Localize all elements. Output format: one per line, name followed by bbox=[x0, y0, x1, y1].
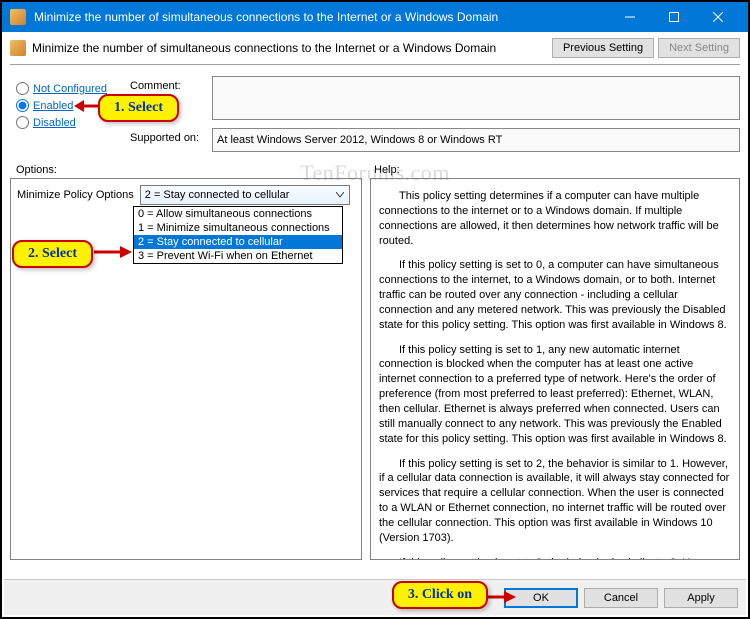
apply-button[interactable]: Apply bbox=[664, 588, 738, 608]
minimize-policy-label: Minimize Policy Options bbox=[17, 189, 134, 201]
supported-on-value: At least Windows Server 2012, Windows 8 … bbox=[212, 128, 740, 152]
disabled-radio[interactable] bbox=[16, 116, 29, 129]
dropdown-item-2[interactable]: 2 = Stay connected to cellular bbox=[134, 235, 342, 249]
minimize-button[interactable] bbox=[608, 2, 652, 32]
annotation-2: 2. Select bbox=[12, 240, 93, 268]
panels-row: Minimize Policy Options 2 = Stay connect… bbox=[10, 178, 740, 560]
help-paragraph: If this policy setting is set to 1, any … bbox=[379, 343, 731, 447]
policy-icon bbox=[10, 40, 26, 56]
policy-title: Minimize the number of simultaneous conn… bbox=[32, 41, 548, 55]
window-titlebar: Minimize the number of simultaneous conn… bbox=[2, 2, 748, 32]
cancel-button[interactable]: Cancel bbox=[584, 588, 658, 608]
policy-header: Minimize the number of simultaneous conn… bbox=[10, 38, 740, 58]
not-configured-radio[interactable] bbox=[16, 82, 29, 95]
chevron-down-icon bbox=[333, 188, 347, 202]
dropdown-item-0[interactable]: 0 = Allow simultaneous connections bbox=[134, 207, 342, 221]
minimize-policy-select[interactable]: 2 = Stay connected to cellular bbox=[140, 185, 350, 205]
next-setting-button: Next Setting bbox=[658, 38, 740, 58]
divider bbox=[10, 65, 740, 66]
dropdown-item-1[interactable]: 1 = Minimize simultaneous connections bbox=[134, 221, 342, 235]
disabled-label[interactable]: Disabled bbox=[33, 117, 76, 129]
window-controls bbox=[608, 2, 740, 32]
supported-on-label: Supported on: bbox=[130, 128, 208, 154]
help-paragraph: This policy setting determines if a comp… bbox=[379, 189, 731, 248]
previous-setting-button[interactable]: Previous Setting bbox=[552, 38, 654, 58]
help-paragraph: If this policy setting is set to 2, the … bbox=[379, 457, 731, 546]
close-button[interactable] bbox=[696, 2, 740, 32]
annotation-arrow-icon bbox=[92, 244, 132, 260]
maximize-button[interactable] bbox=[652, 2, 696, 32]
options-panel: Minimize Policy Options 2 = Stay connect… bbox=[10, 178, 362, 560]
annotation-1: 1. Select bbox=[98, 94, 179, 122]
dialog-button-bar: OK Cancel Apply bbox=[4, 579, 746, 615]
help-label: Help: bbox=[362, 164, 740, 176]
enabled-radio[interactable] bbox=[16, 99, 29, 112]
help-paragraph: If this policy setting is set to 3, the … bbox=[379, 556, 731, 560]
minimize-policy-dropdown[interactable]: 0 = Allow simultaneous connections 1 = M… bbox=[133, 206, 343, 264]
fields-col: Comment: Supported on: At least Windows … bbox=[130, 72, 740, 154]
help-panel: This policy setting determines if a comp… bbox=[370, 178, 740, 560]
comment-input[interactable] bbox=[212, 76, 740, 120]
not-configured-label[interactable]: Not Configured bbox=[33, 83, 107, 95]
annotation-3: 3. Click on bbox=[392, 581, 488, 609]
minimize-policy-row: Minimize Policy Options 2 = Stay connect… bbox=[17, 185, 355, 205]
enabled-label[interactable]: Enabled bbox=[33, 100, 73, 112]
help-paragraph: If this policy setting is set to 0, a co… bbox=[379, 258, 731, 332]
window-title: Minimize the number of simultaneous conn… bbox=[34, 10, 608, 24]
dropdown-item-3[interactable]: 3 = Prevent Wi-Fi when on Ethernet bbox=[134, 249, 342, 263]
section-labels: Options: Help: bbox=[10, 164, 740, 176]
options-label: Options: bbox=[10, 164, 362, 176]
app-icon bbox=[10, 9, 26, 25]
select-current-value: 2 = Stay connected to cellular bbox=[145, 189, 290, 201]
